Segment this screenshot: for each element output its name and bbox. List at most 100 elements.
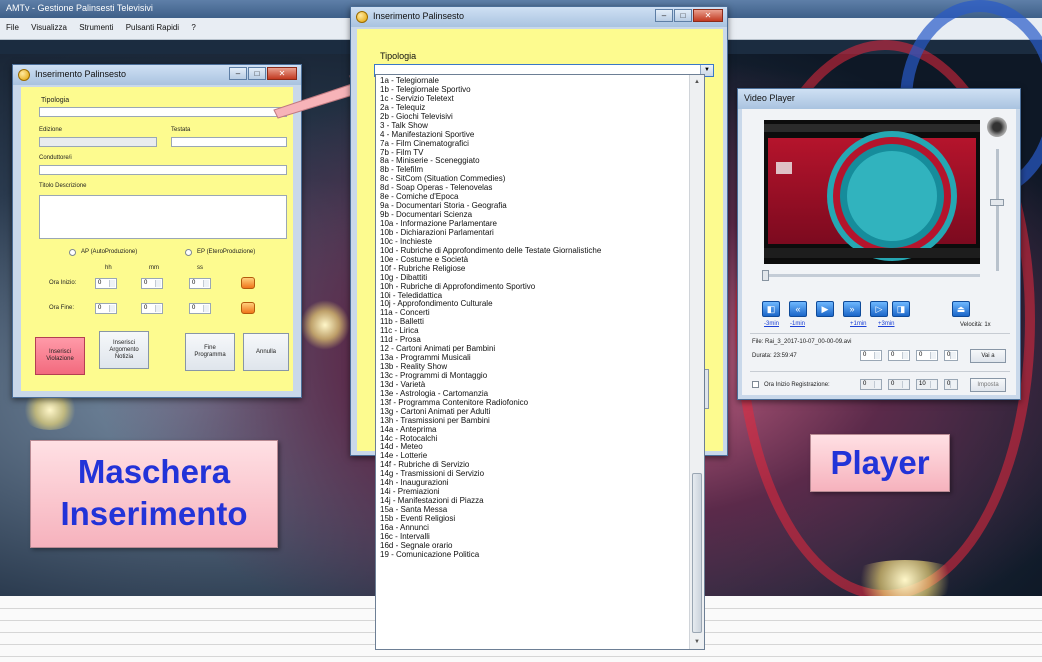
inserisci-argomento-button[interactable]: Inserisci Argomento Notizia <box>99 331 149 369</box>
volume-slider-knob[interactable] <box>990 199 1004 206</box>
dropdown-option[interactable]: 1c - Servizio Teletext <box>377 94 689 103</box>
dropdown-option[interactable]: 11b - Balletti <box>377 317 689 326</box>
dropdown-option[interactable]: 2b - Giochi Televisivi <box>377 112 689 121</box>
reg-mm-spinner[interactable]: 0 <box>888 379 910 390</box>
fine-programma-button[interactable]: Fine Programma <box>185 333 235 371</box>
dropdown-option[interactable]: 1b - Telegiornale Sportivo <box>377 85 689 94</box>
dropdown-option[interactable]: 1a - Telegiornale <box>377 76 689 85</box>
dropdown-option[interactable]: 12 - Cartoni Animati per Bambini <box>377 344 689 353</box>
dropdown-option[interactable]: 8a - Miniserie - Sceneggiato <box>377 156 689 165</box>
dropdown-option[interactable]: 4 - Manifestazioni Sportive <box>377 130 689 139</box>
ep-radio[interactable] <box>185 249 192 256</box>
annulla-button[interactable]: Annulla <box>243 333 289 371</box>
dropdown-option[interactable]: 9b - Documentari Scienza <box>377 210 689 219</box>
dropdown-option[interactable]: 14d - Meteo <box>377 442 689 451</box>
fine-hh-spinner[interactable]: 0 <box>95 303 117 314</box>
dropdown-option[interactable]: 13a - Programmi Musicali <box>377 353 689 362</box>
goto-ff-spinner[interactable]: 0 <box>944 350 958 361</box>
imposta-button[interactable]: Imposta <box>970 378 1006 392</box>
dropdown-option[interactable]: 13e - Astrologia - Cartomanzia <box>377 389 689 398</box>
testata-field[interactable] <box>171 137 287 147</box>
dropdown-option[interactable]: 11a - Concerti <box>377 308 689 317</box>
ora-inizio-reg-checkbox[interactable] <box>752 381 759 388</box>
dropdown-option[interactable]: 14e - Lotterie <box>377 451 689 460</box>
inizio-mm-spinner[interactable]: 0 <box>141 278 163 289</box>
scroll-down-icon[interactable]: ▼ <box>691 636 703 648</box>
dropdown-option[interactable]: 3 - Talk Show <box>377 121 689 130</box>
dropdown-option[interactable]: 15a - Santa Messa <box>377 505 689 514</box>
dropdown-option[interactable]: 13f - Programma Contenitore Radiofonico <box>377 398 689 407</box>
skip-back-3-icon[interactable]: ◧ <box>762 301 780 317</box>
dropdown-option[interactable]: 14f - Rubriche di Servizio <box>377 460 689 469</box>
dropdown-option[interactable]: 13c - Programmi di Montaggio <box>377 371 689 380</box>
skip-forward-icon[interactable]: ▷ <box>870 301 888 317</box>
dropdown-option[interactable]: 10j - Approfondimento Culturale <box>377 299 689 308</box>
dropdown-option[interactable]: 16c - Intervalli <box>377 532 689 541</box>
minimize-button[interactable]: – <box>229 67 247 80</box>
skip-forward-3-icon[interactable]: ◨ <box>892 301 910 317</box>
skip-minus-1-link[interactable]: -1min <box>790 321 805 327</box>
skip-plus-1-link[interactable]: +1min <box>850 321 867 327</box>
maximize-button[interactable]: □ <box>674 9 692 22</box>
maximize-button[interactable]: □ <box>248 67 266 80</box>
inizio-hh-spinner[interactable]: 0 <box>95 278 117 289</box>
scrollbar-thumb[interactable] <box>692 473 702 633</box>
minimize-button[interactable]: – <box>655 9 673 22</box>
dropdown-option[interactable]: 10b - Dichiarazioni Parlamentari <box>377 228 689 237</box>
dropdown-option[interactable]: 14a - Anteprima <box>377 425 689 434</box>
scroll-up-icon[interactable]: ▲ <box>691 76 703 88</box>
play-icon[interactable]: ▶ <box>816 301 834 317</box>
fine-mm-spinner[interactable]: 0 <box>141 303 163 314</box>
dropdown-option[interactable]: 8b - Telefilm <box>377 165 689 174</box>
reg-hh-spinner[interactable]: 0 <box>860 379 882 390</box>
fine-ss-spinner[interactable]: 0 <box>189 303 211 314</box>
dropdown-option[interactable]: 10d - Rubriche di Approfondimento delle … <box>377 246 689 255</box>
video-display[interactable] <box>764 120 980 264</box>
reg-ff-spinner[interactable]: 0 <box>944 379 958 390</box>
dropdown-option[interactable]: 11d - Prosa <box>377 335 689 344</box>
seek-bar-knob[interactable] <box>762 270 769 281</box>
skip-plus-3-link[interactable]: +3min <box>878 321 895 327</box>
tipologia-dropdown-list[interactable]: 1a - Telegiornale 1b - Telegiornale Sport… <box>375 74 705 650</box>
dropdown-option[interactable]: 8d - Soap Operas - Telenovelas <box>377 183 689 192</box>
dropdown-scrollbar[interactable]: ▲ ▼ <box>689 75 704 649</box>
dropdown-option[interactable]: 8c - SitCom (Situation Commedies) <box>377 174 689 183</box>
menu-pulsanti-rapidi[interactable]: Pulsanti Rapidi <box>126 23 179 32</box>
dropdown-option[interactable]: 14c - Rotocalchi <box>377 434 689 443</box>
close-button[interactable]: ✕ <box>693 9 723 22</box>
dropdown-option[interactable]: 13g - Cartoni Animati per Adulti <box>377 407 689 416</box>
dropdown-option[interactable]: 10g - Dibattiti <box>377 273 689 282</box>
menu-file[interactable]: File <box>6 23 19 32</box>
eject-icon[interactable]: ⏏ <box>952 301 970 317</box>
fast-forward-icon[interactable]: » <box>843 301 861 317</box>
dropdown-option[interactable]: 14g - Trasmissioni di Servizio <box>377 469 689 478</box>
edizione-select[interactable] <box>39 137 157 147</box>
dropdown-option[interactable]: 9a - Documentari Storia - Geografia <box>377 201 689 210</box>
dropdown-option[interactable]: 19 - Comunicazione Politica <box>377 550 689 559</box>
dropdown-option[interactable]: 8e - Comiche d'Epoca <box>377 192 689 201</box>
speaker-icon[interactable] <box>987 117 1007 137</box>
reg-ss-spinner[interactable]: 10 <box>916 379 938 390</box>
dropdown-option[interactable]: 10c - Inchieste <box>377 237 689 246</box>
goto-mm-spinner[interactable]: 0 <box>888 350 910 361</box>
dropdown-option[interactable]: 10e - Costume e Società <box>377 255 689 264</box>
dropdown-option[interactable]: 2a - Telequiz <box>377 103 689 112</box>
dropdown-option[interactable]: 14j - Manifestazioni di Piazza <box>377 496 689 505</box>
goto-hh-spinner[interactable]: 0 <box>860 350 882 361</box>
titolo-textarea[interactable] <box>39 195 287 239</box>
dropdown-option[interactable]: 10i - Teledidattica <box>377 291 689 300</box>
conduttore-field[interactable] <box>39 165 287 175</box>
tipologia-select[interactable] <box>39 107 287 117</box>
dropdown-option[interactable]: 7a - Film Cinematografici <box>377 139 689 148</box>
ap-radio[interactable] <box>69 249 76 256</box>
goto-ss-spinner[interactable]: 0 <box>916 350 938 361</box>
dropdown-option[interactable]: 11c - Lirica <box>377 326 689 335</box>
volume-slider[interactable] <box>996 149 999 271</box>
dropdown-option[interactable]: 10h - Rubriche di Approfondimento Sporti… <box>377 282 689 291</box>
menu-strumenti[interactable]: Strumenti <box>79 23 113 32</box>
vai-a-button[interactable]: Vai a <box>970 349 1006 363</box>
rewind-icon[interactable]: « <box>789 301 807 317</box>
dropdown-option[interactable]: 13h - Trasmissioni per Bambini <box>377 416 689 425</box>
dropdown-option[interactable]: 16d - Segnale orario <box>377 541 689 550</box>
dropdown-option[interactable]: 7b - Film TV <box>377 148 689 157</box>
